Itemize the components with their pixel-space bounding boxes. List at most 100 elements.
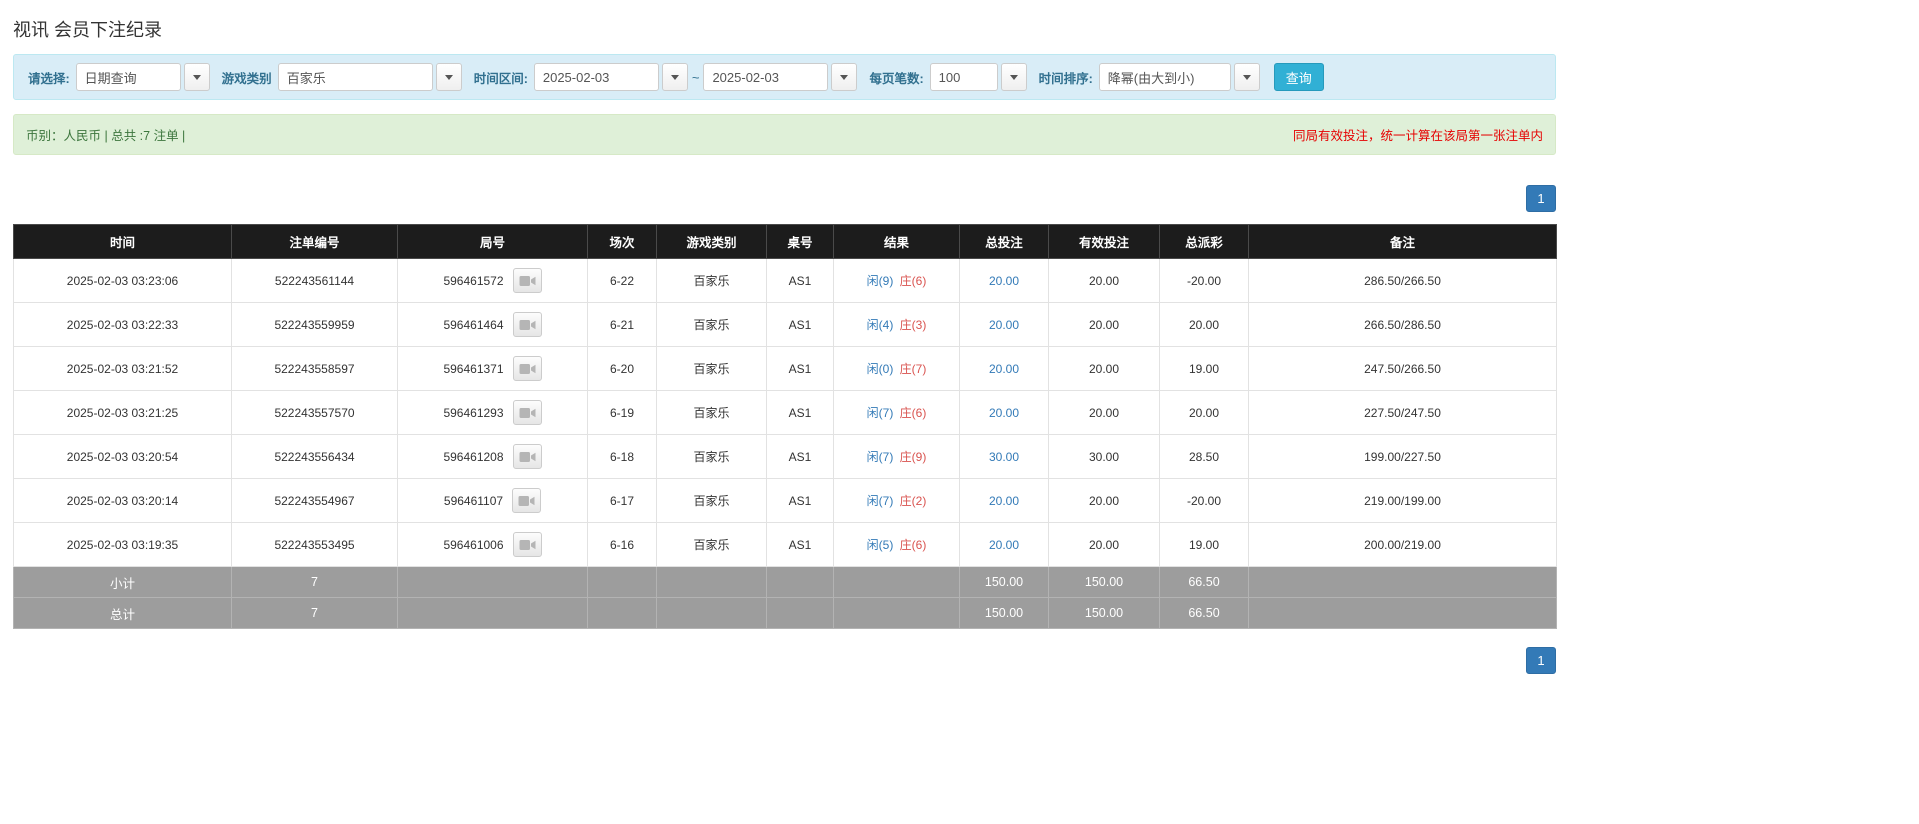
cell-payout: 20.00 (1159, 390, 1249, 435)
cell-total-bet[interactable]: 20.00 (959, 302, 1049, 347)
cell-time: 2025-02-03 03:19:35 (13, 522, 232, 567)
result-player: 闲(5) (866, 538, 894, 552)
round-video-button[interactable] (512, 400, 542, 425)
cell-round-id: 596461208 (397, 434, 588, 479)
cell-game-type: 百家乐 (656, 478, 767, 523)
cell-result: 闲(7) 庄(6) (833, 390, 960, 435)
caret-down-icon (444, 74, 453, 80)
header-remark: 备注 (1248, 224, 1557, 259)
page-1-button[interactable]: 1 (1526, 185, 1556, 212)
table-row: 2025-02-03 03:20:14 522243554967 5964611… (13, 478, 1557, 523)
cell-total-bet[interactable]: 20.00 (959, 346, 1049, 391)
header-game-type: 游戏类别 (656, 224, 767, 259)
empty-cell (587, 566, 657, 598)
subtotal-payout: 66.50 (1159, 566, 1249, 598)
cell-result: 闲(7) 庄(9) (833, 434, 960, 479)
total-total-bet: 150.00 (959, 597, 1049, 629)
video-icon (519, 363, 536, 374)
cell-bet-id: 522243561144 (231, 258, 398, 303)
page-title: 视讯 会员下注纪录 (13, 20, 163, 40)
video-icon (519, 539, 536, 550)
records-table: 时间 注单编号 局号 场次 游戏类别 桌号 结果 总投注 有效投注 总派彩 备注… (13, 224, 1557, 629)
video-icon (519, 451, 536, 462)
empty-cell (1248, 566, 1557, 598)
cell-round-id: 596461371 (397, 346, 588, 391)
video-icon (519, 275, 536, 286)
cell-total-bet[interactable]: 20.00 (959, 258, 1049, 303)
filter-bar: 请选择: 游戏类别 时间区间: ~ 每页笔数: 时间排序: (13, 54, 1556, 100)
cell-valid-bet: 20.00 (1048, 522, 1160, 567)
header-bet-id: 注单编号 (231, 224, 398, 259)
round-video-button[interactable] (512, 268, 542, 293)
query-type-input[interactable] (75, 63, 181, 91)
cell-valid-bet: 30.00 (1048, 434, 1160, 479)
query-type-combo (75, 63, 210, 91)
query-type-dropdown-button[interactable] (183, 63, 210, 91)
date-from-dropdown-button[interactable] (661, 63, 688, 91)
round-video-button[interactable] (512, 444, 542, 469)
cell-valid-bet: 20.00 (1048, 258, 1160, 303)
total-label: 总计 (13, 597, 232, 629)
result-banker: 庄(2) (899, 494, 927, 508)
page-size-dropdown-button[interactable] (1000, 63, 1027, 91)
cell-round-id: 596461464 (397, 302, 588, 347)
cell-valid-bet: 20.00 (1048, 302, 1160, 347)
sort-input[interactable] (1098, 63, 1231, 91)
header-time: 时间 (13, 224, 232, 259)
subtotal-valid-bet: 150.00 (1048, 566, 1160, 598)
subtotal-label: 小计 (13, 566, 232, 598)
result-banker: 庄(9) (899, 450, 927, 464)
round-id-text: 596461464 (443, 317, 504, 332)
caret-down-icon (1242, 74, 1251, 80)
cell-result: 闲(7) 庄(2) (833, 478, 960, 523)
cell-bet-id: 522243554967 (231, 478, 398, 523)
table-body: 2025-02-03 03:23:06 522243561144 5964615… (13, 258, 1557, 567)
empty-cell (833, 566, 960, 598)
sort-dropdown-button[interactable] (1233, 63, 1260, 91)
result-banker: 庄(7) (899, 362, 927, 376)
cell-payout: 19.00 (1159, 346, 1249, 391)
video-icon (519, 407, 536, 418)
page-size-input[interactable] (929, 63, 998, 91)
main-container: 视讯 会员下注纪录 请选择: 游戏类别 时间区间: ~ 每页笔数: 时间排序: (13, 16, 1557, 674)
date-to-dropdown-button[interactable] (831, 63, 858, 91)
empty-cell (1248, 597, 1557, 629)
cell-result: 闲(4) 庄(3) (833, 302, 960, 347)
total-valid-bet: 150.00 (1048, 597, 1160, 629)
round-video-button[interactable] (512, 488, 542, 513)
page-size-combo (929, 63, 1027, 91)
table-row: 2025-02-03 03:19:35 522243553495 5964610… (13, 522, 1557, 567)
game-type-dropdown-button[interactable] (435, 63, 462, 91)
empty-cell (587, 597, 657, 629)
header-session: 场次 (587, 224, 657, 259)
date-from-input[interactable] (533, 63, 659, 91)
round-id-text: 596461208 (443, 449, 504, 464)
cell-remark: 247.50/266.50 (1248, 346, 1557, 391)
game-type-input[interactable] (277, 63, 433, 91)
cell-total-bet[interactable]: 20.00 (959, 478, 1049, 523)
round-video-button[interactable] (512, 356, 542, 381)
round-video-button[interactable] (512, 532, 542, 557)
search-button[interactable]: 查询 (1273, 63, 1324, 91)
cell-total-bet[interactable]: 20.00 (959, 522, 1049, 567)
cell-session: 6-20 (587, 346, 657, 391)
cell-total-bet[interactable]: 20.00 (959, 390, 1049, 435)
page-1-button[interactable]: 1 (1526, 647, 1556, 674)
cell-total-bet[interactable]: 30.00 (959, 434, 1049, 479)
cell-game-type: 百家乐 (656, 258, 767, 303)
cell-remark: 200.00/219.00 (1248, 522, 1557, 567)
date-to-input[interactable] (703, 63, 829, 91)
empty-cell (833, 597, 960, 629)
cell-valid-bet: 20.00 (1048, 346, 1160, 391)
empty-cell (656, 566, 767, 598)
cell-time: 2025-02-03 03:23:06 (13, 258, 232, 303)
caret-down-icon (840, 74, 849, 80)
cell-payout: 19.00 (1159, 522, 1249, 567)
sort-combo (1098, 63, 1260, 91)
cell-table-id: AS1 (766, 478, 834, 523)
cell-valid-bet: 20.00 (1048, 390, 1160, 435)
round-video-button[interactable] (512, 312, 542, 337)
result-banker: 庄(6) (899, 406, 927, 420)
cell-round-id: 596461293 (397, 390, 588, 435)
cell-table-id: AS1 (766, 390, 834, 435)
